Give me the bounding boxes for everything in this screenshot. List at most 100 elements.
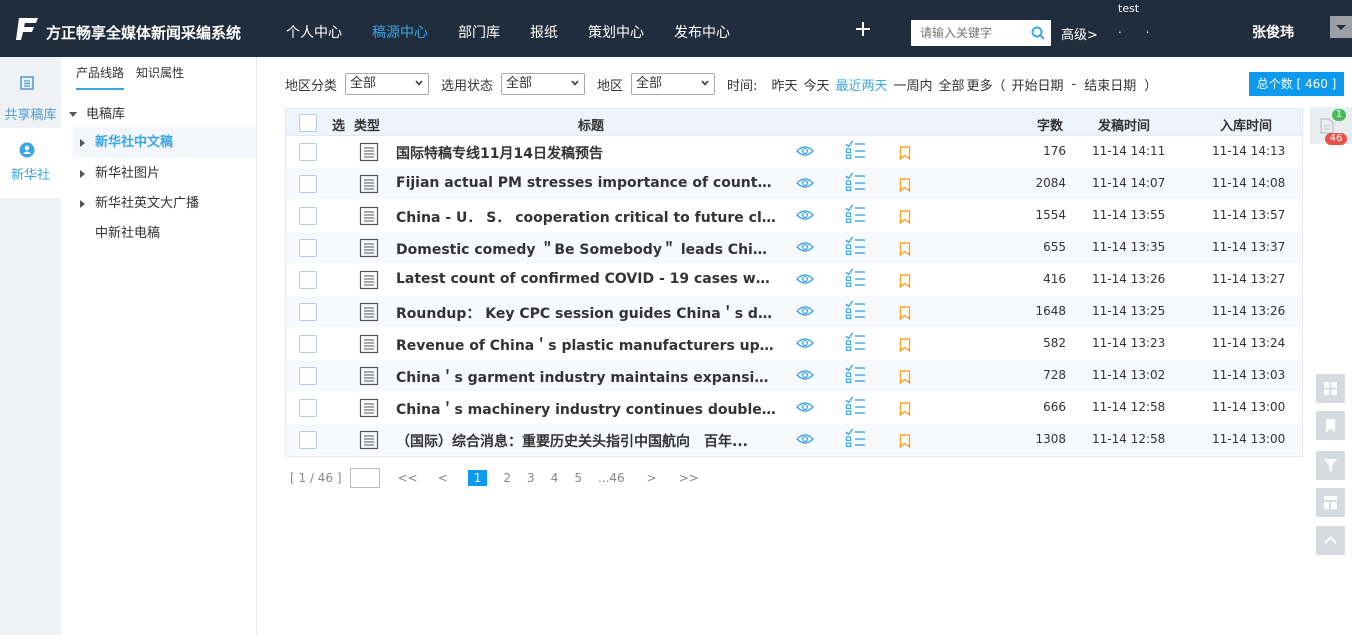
row-title[interactable]: Domestic comedy ＂Be Somebody＂ leads Chin… [396,239,776,259]
table-row[interactable]: Roundup： Key CPC session guides China＇s … [286,296,1302,328]
table-row[interactable]: Latest count of confirmed COVID - 19 cas… [286,264,1302,296]
table-row[interactable]: 国际特稿专线11月14日发稿预告 176 11-14 14:11 11-14 14:1… [286,136,1302,168]
page-2-link[interactable]: 2 [503,471,511,485]
bookmark-icon[interactable] [899,402,911,416]
tree-item-chinanews[interactable]: 中新社电稿 [73,218,256,249]
bookmark-icon[interactable] [899,306,911,320]
row-checkbox[interactable] [299,207,317,225]
time-today[interactable]: 今天 [803,75,829,94]
nav-newspaper[interactable]: 报纸 [530,22,558,42]
row-title[interactable]: 国际特稿专线11月14日发稿预告 [396,143,776,163]
sidebar-xinhua[interactable]: 新华社 [0,128,61,198]
row-checkbox[interactable] [299,143,317,161]
row-title[interactable]: Revenue of China＇s plastic manufacturers… [396,335,776,355]
checklist-icon[interactable] [845,364,866,384]
time-all[interactable]: 全部 [939,75,965,94]
eye-icon[interactable] [796,368,814,382]
total-count-button[interactable]: 总个数 [ 460 ] [1249,72,1344,96]
checklist-icon[interactable] [845,300,866,320]
eye-icon[interactable] [796,400,814,414]
tree-item-xinhua-chinese[interactable]: 新华社中文稿 [73,127,256,158]
page-5-link[interactable]: 5 [574,471,582,485]
row-title[interactable]: Roundup： Key CPC session guides China＇s … [396,303,776,323]
time-more[interactable]: 更多（ [967,75,1006,94]
row-title[interactable]: Latest count of confirmed COVID - 19 cas… [396,271,776,287]
tab-product-line[interactable]: 产品线路 [76,64,125,90]
table-row[interactable]: China＇s machinery industry continues dou… [286,392,1302,424]
row-checkbox[interactable] [299,175,317,193]
row-title[interactable]: China - U． S． cooperation critical to fu… [396,207,776,227]
nav-department-library[interactable]: 部门库 [458,22,500,42]
page-4-link[interactable]: 4 [551,471,559,485]
bookmark-icon[interactable] [899,274,911,288]
nav-source-center[interactable]: 稿源中心 [372,22,428,42]
table-row[interactable]: Revenue of China＇s plastic manufacturers… [286,328,1302,360]
checklist-icon[interactable] [845,268,866,288]
bookmark-icon[interactable] [899,242,911,256]
row-checkbox[interactable] [299,335,317,353]
user-menu-button[interactable] [1330,16,1352,38]
eye-icon[interactable] [796,144,814,158]
search-input[interactable] [911,20,1021,46]
grid-view-button[interactable] [1316,374,1345,403]
checklist-icon[interactable] [845,140,866,160]
bookmark-icon[interactable] [899,434,911,448]
table-row[interactable]: China＇s garment industry maintains expan… [286,360,1302,392]
row-checkbox[interactable] [299,367,317,385]
select-all-checkbox[interactable] [299,114,317,132]
first-page-link[interactable]: << [398,471,418,485]
checklist-icon[interactable] [845,396,866,416]
tree-item-xinhua-english[interactable]: 新华社英文大广播 [73,188,256,219]
select-state-select[interactable]: 全部 [501,73,586,95]
tree-root[interactable]: 电稿库 [69,103,125,122]
nav-planning-center[interactable]: 策划中心 [588,22,644,42]
bookmark-icon[interactable] [899,210,911,224]
table-row[interactable]: China - U． S． cooperation critical to fu… [286,200,1302,232]
prev-page-link[interactable]: < [438,471,448,485]
eye-icon[interactable] [796,432,814,446]
add-button[interactable] [855,17,871,41]
checklist-icon[interactable] [845,172,866,192]
row-title[interactable]: Fijian actual PM stresses importance of … [396,175,776,191]
time-within-week[interactable]: 一周内 [893,75,932,94]
checklist-icon[interactable] [845,332,866,352]
next-page-link[interactable]: > [647,471,657,485]
row-checkbox[interactable] [299,431,317,449]
eye-icon[interactable] [796,304,814,318]
advanced-search-link[interactable]: 高级> [1061,24,1098,43]
checklist-icon[interactable] [845,428,866,448]
table-row[interactable]: （国际）综合消息：重要历史关头指引中国航向 百年... 1308 11-14 12:… [286,424,1302,456]
region-select[interactable]: 全部 [631,73,716,95]
bookmark-tool-button[interactable] [1316,411,1345,440]
row-checkbox[interactable] [299,303,317,321]
back-to-top-button[interactable] [1316,526,1345,555]
row-title[interactable]: China＇s machinery industry continues dou… [396,399,776,419]
bookmark-icon[interactable] [899,146,911,160]
page-3-link[interactable]: 3 [527,471,535,485]
row-title[interactable]: （国际）综合消息：重要历史关头指引中国航向 百年... [396,431,776,451]
eye-icon[interactable] [796,336,814,350]
username[interactable]: 张俊玮 [1252,22,1294,42]
start-date-input[interactable]: 开始日期 [1012,75,1064,94]
last-page-link[interactable]: >> [679,471,699,485]
time-yesterday[interactable]: 昨天 [771,75,797,94]
eye-icon[interactable] [796,240,814,254]
eye-icon[interactable] [796,272,814,286]
eye-icon[interactable] [796,176,814,190]
page-46-link[interactable]: ...46 [598,471,625,485]
layout-tool-button[interactable] [1316,488,1345,517]
row-checkbox[interactable] [299,271,317,289]
page-jump-input[interactable] [349,468,380,488]
tree-item-xinhua-photos[interactable]: 新华社图片 [73,158,256,189]
region-type-select[interactable]: 全部 [345,73,430,95]
row-checkbox[interactable] [299,399,317,417]
filter-tool-button[interactable] [1316,451,1345,480]
row-checkbox[interactable] [299,239,317,257]
nav-publish-center[interactable]: 发布中心 [674,22,730,42]
checklist-icon[interactable] [845,204,866,224]
bookmark-icon[interactable] [899,370,911,384]
page-1-link[interactable]: 1 [467,470,488,486]
table-row[interactable]: Fijian actual PM stresses importance of … [286,168,1302,200]
eye-icon[interactable] [796,208,814,222]
table-row[interactable]: Domestic comedy ＂Be Somebody＂ leads Chin… [286,232,1302,264]
